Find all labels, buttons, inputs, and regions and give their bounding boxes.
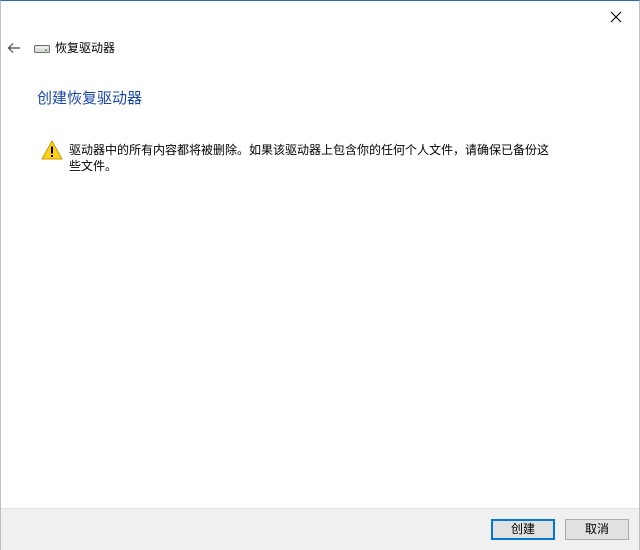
dialog-footer: 创建 取消 xyxy=(1,508,639,550)
navigation-bar: 恢复驱动器 xyxy=(1,39,401,57)
recovery-drive-window: 恢复驱动器 创建恢复驱动器 驱动器中的所有内容都将被删除。如果该驱动器上包含你的… xyxy=(0,0,640,550)
close-button[interactable] xyxy=(593,1,639,32)
nav-title: 恢复驱动器 xyxy=(55,41,116,55)
warning-text: 驱动器中的所有内容都将被删除。如果该驱动器上包含你的任何个人文件，请确保已备份这… xyxy=(69,143,550,173)
close-icon xyxy=(610,11,622,22)
page-title: 创建恢复驱动器 xyxy=(37,89,143,107)
warning-icon xyxy=(41,140,63,160)
create-button[interactable]: 创建 xyxy=(491,519,555,540)
drive-icon xyxy=(34,45,50,53)
back-arrow-icon xyxy=(7,43,20,53)
cancel-button[interactable]: 取消 xyxy=(565,519,629,540)
back-button[interactable] xyxy=(5,39,23,57)
